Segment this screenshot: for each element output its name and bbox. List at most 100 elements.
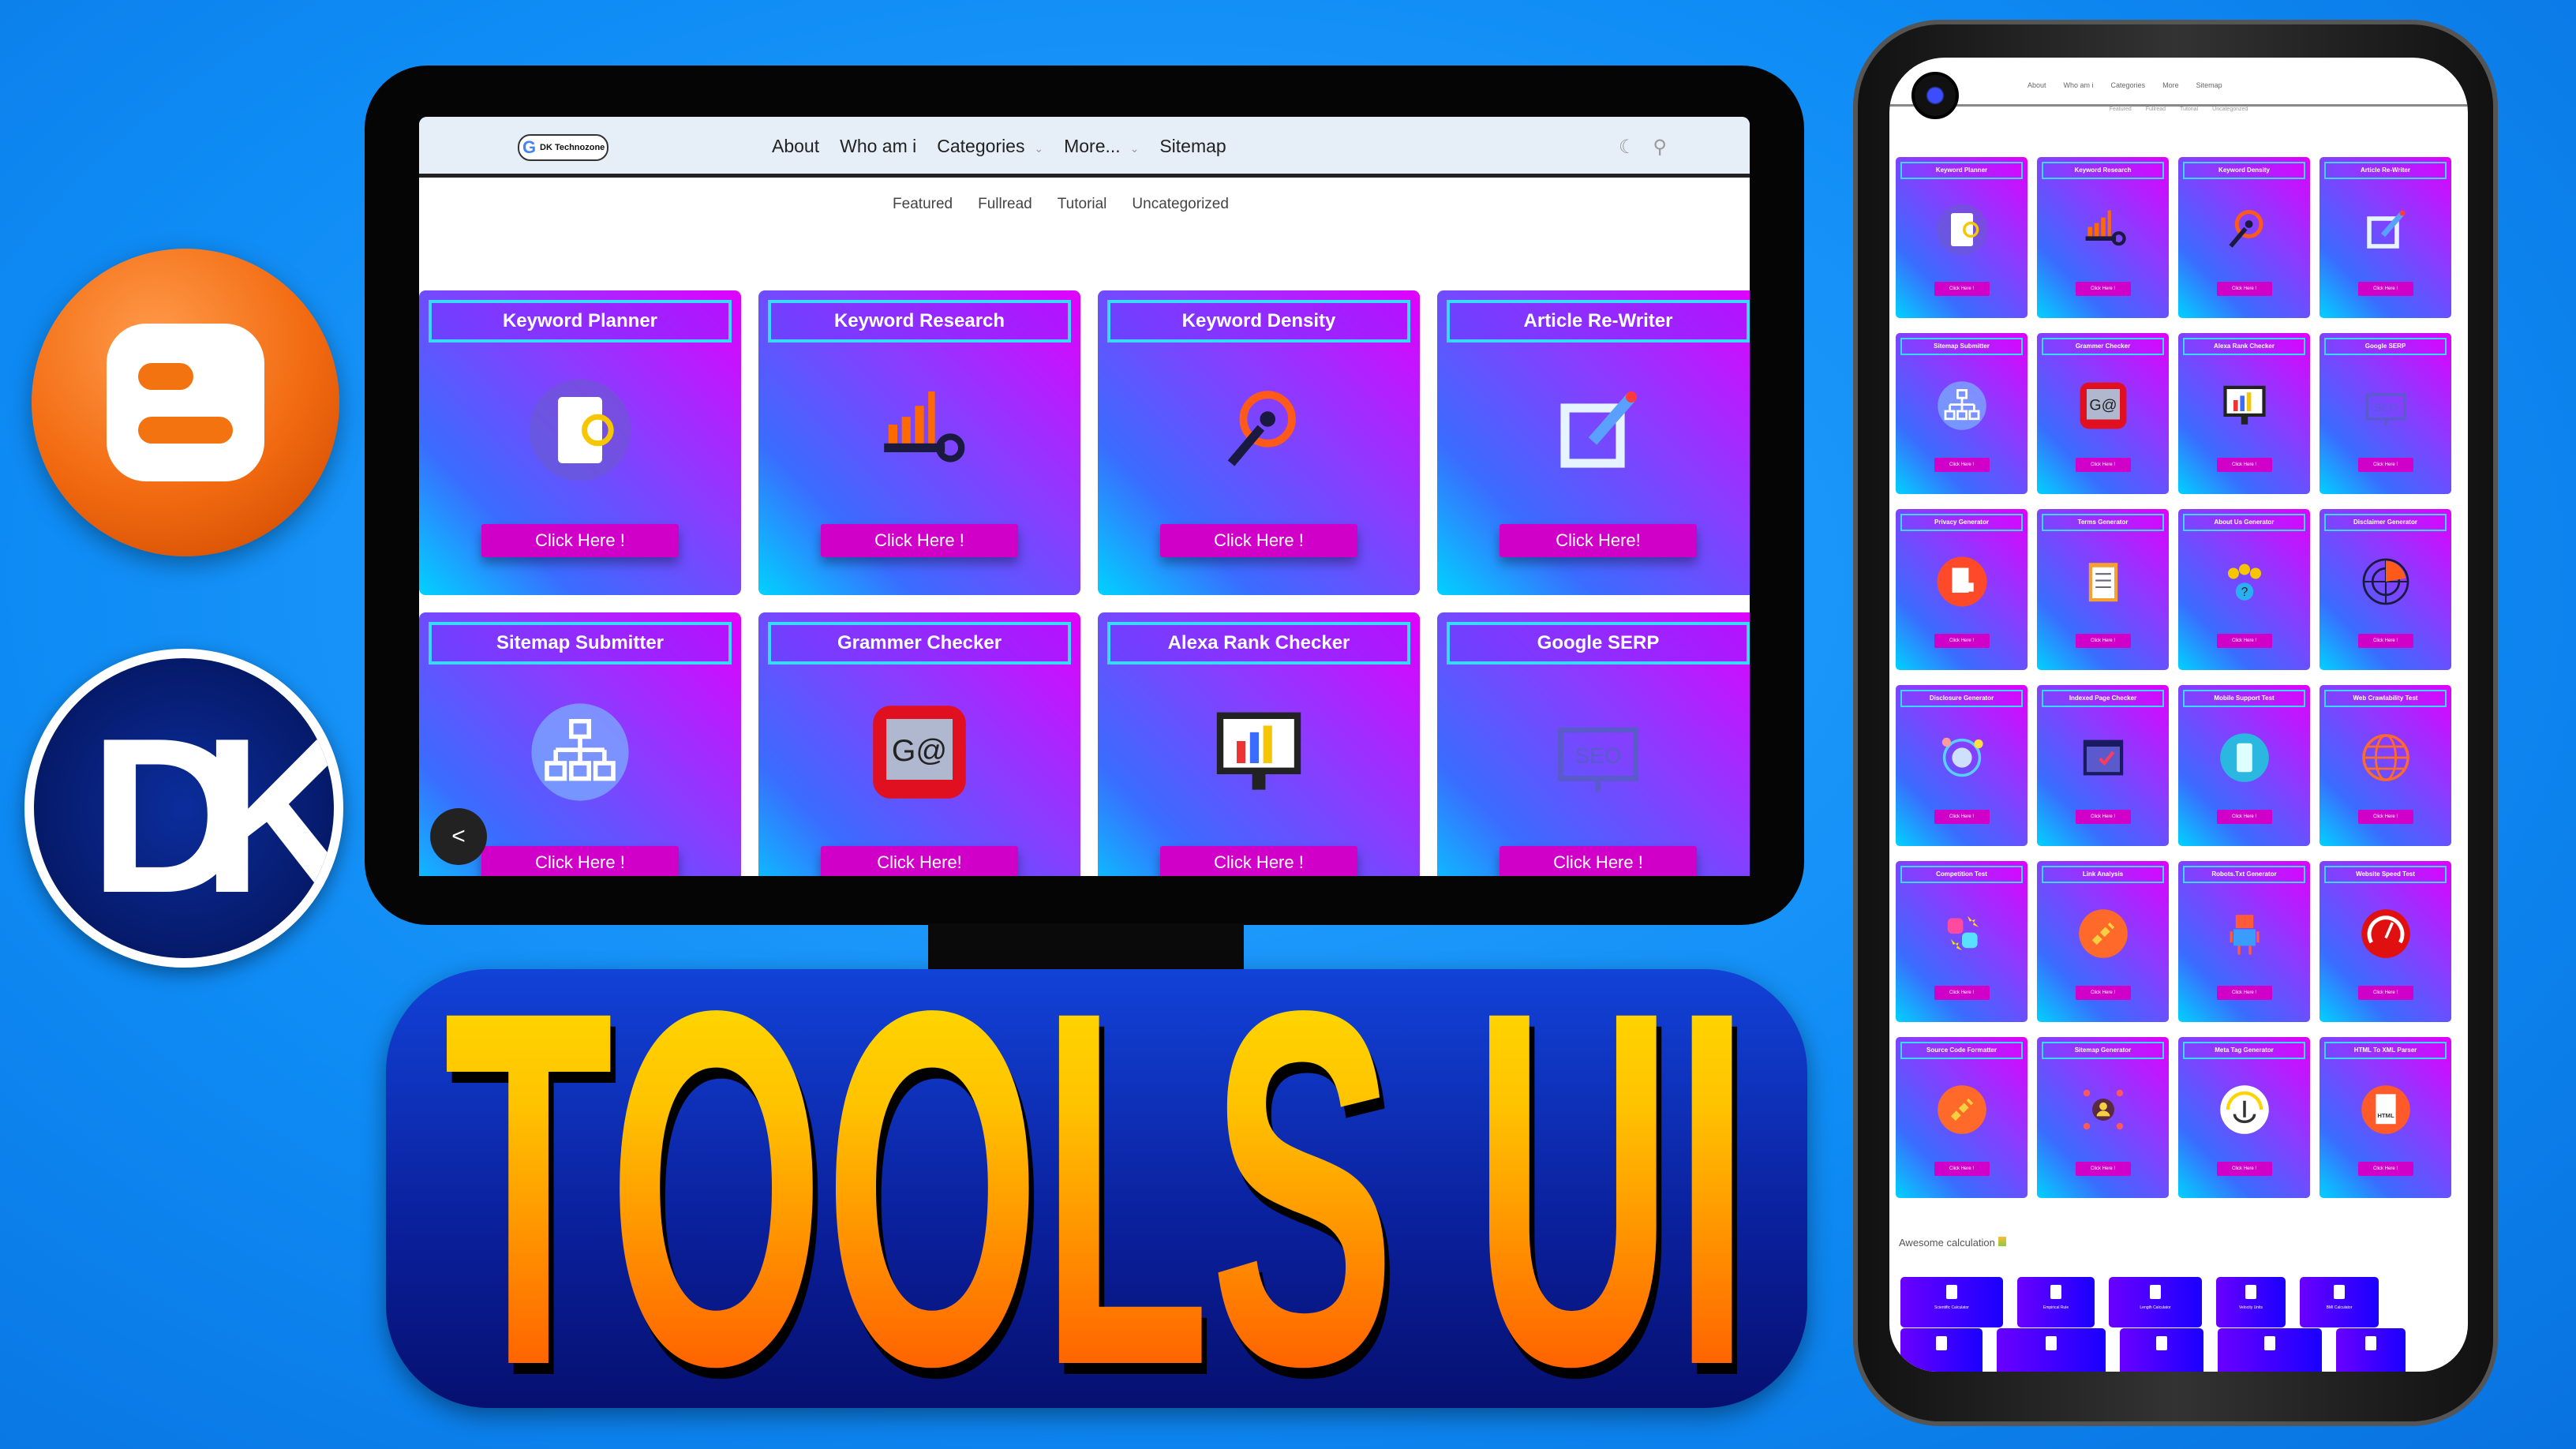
click-here-button[interactable]: Click Here !: [1934, 458, 1990, 472]
calculator-button[interactable]: [2218, 1328, 2322, 1372]
megaphone-icon: [1934, 730, 1990, 785]
phone-category-link[interactable]: Uncategorized: [2212, 107, 2248, 112]
click-here-button[interactable]: Click Here !: [2216, 1162, 2272, 1176]
tool-title: Disclaimer Generator: [2324, 514, 2447, 531]
click-here-button[interactable]: Click Here !: [2075, 634, 2131, 648]
click-here-button[interactable]: Click Here !: [1500, 846, 1697, 876]
phone-nav-item[interactable]: Sitemap: [2196, 81, 2222, 89]
nav-who-am-i[interactable]: Who am i: [840, 136, 916, 157]
click-here-button[interactable]: Click Here!: [1500, 524, 1697, 557]
click-here-button[interactable]: Click Here !: [1160, 524, 1357, 557]
title-banner: TOOLS UI: [386, 969, 1807, 1408]
tool-card: HTML To XML Parser HTML Click Here !: [2320, 1037, 2451, 1198]
calculator-button[interactable]: BMI Calculator: [2300, 1277, 2379, 1327]
click-here-button[interactable]: Click Here !: [2357, 634, 2413, 648]
click-here-button[interactable]: Click Here !: [2075, 458, 2131, 472]
category-link[interactable]: Tutorial: [1058, 196, 1107, 213]
phone-nav-item[interactable]: Who am i: [2064, 81, 2094, 89]
nav-categories[interactable]: Categories: [937, 136, 1043, 157]
click-here-button[interactable]: Click Here!: [821, 846, 1018, 876]
phone-screen: About Who am i Categories More Sitemap Featu…: [1889, 58, 2468, 1372]
tool-card: Robots.Txt Generator Click Here !: [2178, 861, 2310, 1022]
phone-nav-item[interactable]: About: [2027, 81, 2046, 89]
click-here-button[interactable]: Click Here !: [481, 846, 679, 876]
phone-category-link[interactable]: Featured: [2110, 107, 2132, 112]
tool-title: Keyword Research: [768, 300, 1071, 343]
category-link[interactable]: Featured: [893, 196, 953, 213]
tool-title: Keyword Planner: [429, 300, 732, 343]
click-here-button[interactable]: Click Here !: [1934, 282, 1990, 296]
nav-sitemap[interactable]: Sitemap: [1159, 136, 1226, 157]
click-here-button[interactable]: Click Here !: [1160, 846, 1357, 876]
share-button[interactable]: <: [430, 808, 487, 865]
click-here-button[interactable]: Click Here !: [1934, 1162, 1990, 1176]
category-link[interactable]: Fullread: [978, 196, 1032, 213]
tool-title: Competition Test: [1900, 866, 2023, 883]
click-here-button[interactable]: Click Here !: [1934, 634, 1990, 648]
header-icons: ☾ ⚲: [1619, 136, 1667, 159]
calculator-button[interactable]: Scientific Calculator: [1900, 1277, 2003, 1327]
click-here-button[interactable]: Click Here !: [2357, 458, 2413, 472]
click-here-button[interactable]: Click Here !: [2216, 810, 2272, 824]
tool-card: Keyword Density Click Here !: [2178, 157, 2310, 318]
calculator-button[interactable]: [2336, 1328, 2406, 1372]
dark-mode-icon[interactable]: ☾: [1619, 136, 1636, 159]
tool-card: Web Crawlability Test Click Here !: [2320, 685, 2451, 846]
click-here-button[interactable]: Click Here !: [821, 524, 1018, 557]
site-logo[interactable]: DK Technozone: [518, 134, 608, 161]
click-here-button[interactable]: Click Here !: [1934, 986, 1990, 1000]
tool-title: Mobile Support Test: [2183, 690, 2305, 707]
tool-card: Grammer Checker G@ Click Here !: [2037, 333, 2169, 494]
tool-card: Alexa Rank Checker Click Here !: [1098, 612, 1420, 876]
calculator-button[interactable]: [2120, 1328, 2203, 1372]
category-link[interactable]: Uncategorized: [1132, 196, 1229, 213]
calculator-icon: [1946, 1285, 1957, 1299]
tool-title: Website Speed Test: [2324, 866, 2447, 883]
radar-icon: [2358, 554, 2413, 609]
calculator-icon: [2334, 1285, 2345, 1299]
calculator-button[interactable]: [1900, 1328, 1983, 1372]
tool-title: Grammer Checker: [768, 622, 1071, 665]
click-here-button[interactable]: Click Here !: [2216, 282, 2272, 296]
tool-title: About Us Generator: [2183, 514, 2305, 531]
tool-card: Privacy Generator Click Here !: [1896, 509, 2027, 670]
click-here-button[interactable]: Click Here !: [2075, 282, 2131, 296]
click-here-button[interactable]: Click Here !: [2075, 986, 2131, 1000]
calculator-button[interactable]: Empirical Rule: [2017, 1277, 2095, 1327]
phone-camera: [1911, 72, 1959, 119]
phone-nav-item[interactable]: More: [2162, 81, 2179, 89]
calculator-button[interactable]: [1997, 1328, 2106, 1372]
team-icon: ?: [2217, 554, 2272, 609]
click-here-button[interactable]: Click Here !: [2216, 986, 2272, 1000]
search-icon[interactable]: ⚲: [1653, 136, 1667, 159]
tool-title: HTML To XML Parser: [2324, 1042, 2447, 1059]
svg-text:G@: G@: [892, 734, 947, 768]
nav-more[interactable]: More...: [1064, 136, 1139, 157]
tablet-stand: [928, 923, 1244, 971]
calculator-icon: [2046, 1336, 2057, 1350]
click-here-button[interactable]: Click Here !: [2357, 810, 2413, 824]
phone-category-link[interactable]: Fullread: [2146, 107, 2166, 112]
phone-category-link[interactable]: Tutorial: [2180, 107, 2198, 112]
click-here-button[interactable]: Click Here !: [2216, 634, 2272, 648]
nav-about[interactable]: About: [772, 136, 819, 157]
calculator-row: [1900, 1328, 2406, 1372]
calculator-button[interactable]: Velocity Units: [2216, 1277, 2286, 1327]
link-icon: [1934, 1082, 1990, 1137]
click-here-button[interactable]: Click Here !: [481, 524, 679, 557]
click-here-button[interactable]: Click Here !: [2075, 1162, 2131, 1176]
click-here-button[interactable]: Click Here !: [2357, 282, 2413, 296]
speedometer-icon: [2358, 906, 2413, 961]
click-here-button[interactable]: Click Here !: [2357, 1162, 2413, 1176]
phone-nav-item[interactable]: Categories: [2111, 81, 2146, 89]
tool-title: Privacy Generator: [1900, 514, 2023, 531]
dk-technozone-logo: DK: [24, 649, 343, 968]
click-here-button[interactable]: Click Here !: [2216, 458, 2272, 472]
calculator-button[interactable]: Length Calculator: [2109, 1277, 2202, 1327]
tool-title: Alexa Rank Checker: [2183, 338, 2305, 355]
banner-title: TOOLS UI: [444, 969, 1750, 1408]
click-here-button[interactable]: Click Here !: [2075, 810, 2131, 824]
robot-icon: [2217, 906, 2272, 961]
click-here-button[interactable]: Click Here !: [2357, 986, 2413, 1000]
click-here-button[interactable]: Click Here !: [1934, 810, 1990, 824]
